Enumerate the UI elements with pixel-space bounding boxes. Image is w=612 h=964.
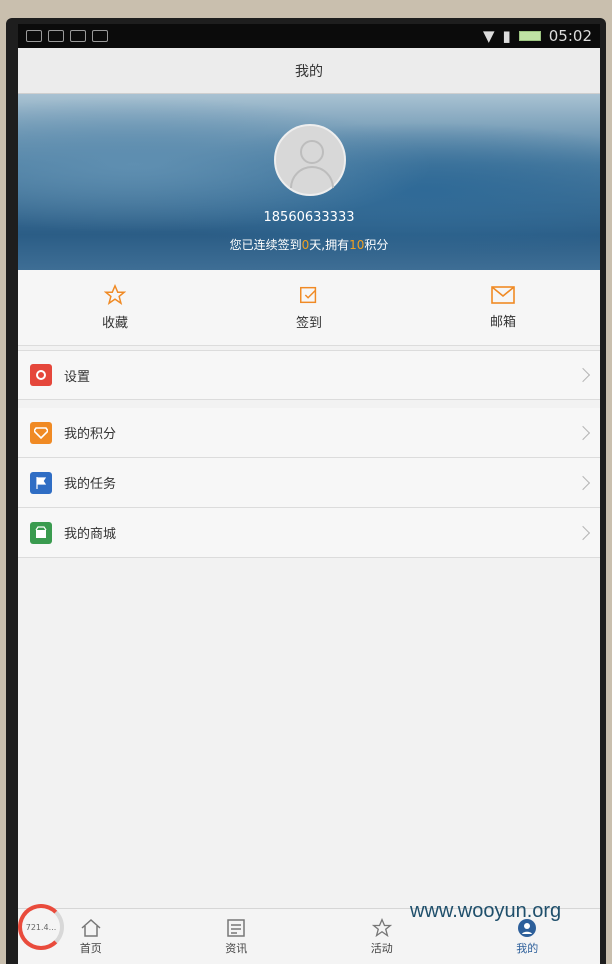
menu-item-tasks[interactable]: 我的任务 [18,458,600,508]
mail-icon [491,286,515,304]
signin-summary: 您已连续签到0天,拥有10积分 [18,236,600,253]
gear-icon [30,364,52,386]
signal-icon: ▮ [502,27,511,45]
favorites-label: 收藏 [101,316,128,331]
tab-me-label: 我的 [516,941,539,955]
screen-icon [92,30,108,42]
phone-screen: ▼ ▮ 05:02 我的 18560633333 您已连续签到0天,拥有10积分… [18,24,600,964]
checkin-button[interactable]: 签到 [212,270,406,345]
store-icon [30,521,52,544]
checkin-icon [300,286,317,304]
status-notifications [26,30,108,42]
star-icon [104,284,126,305]
status-bar: ▼ ▮ 05:02 [18,24,600,48]
diamond-icon [30,421,52,444]
battery-icon [518,31,541,41]
signin-suffix: 积分 [364,238,389,252]
signin-prefix: 您已连续签到 [229,238,302,252]
favorites-button[interactable]: 收藏 [18,270,212,345]
ship-icon-2 [48,30,64,42]
menu-item-label: 我的任务 [64,477,117,492]
chevron-right-icon [575,367,591,383]
menu-list: 设置 我的积分 我的任务 我的商城 [18,350,600,558]
status-time: 05:02 [548,27,592,45]
gauge-label: 721.4... [25,922,57,932]
profile-banner: 18560633333 您已连续签到0天,拥有10积分 [18,94,600,270]
page-title: 我的 [18,48,600,94]
mailbox-label: 邮箱 [489,315,516,330]
news-icon [227,918,245,937]
activity-icon [371,917,392,937]
chevron-right-icon [575,425,591,440]
tab-news[interactable]: 资讯 [164,909,310,964]
tab-home-label: 首页 [79,941,102,955]
ship-icon [26,30,42,42]
tab-activity-label: 活动 [370,941,393,955]
quick-actions: 收藏 签到 邮箱 [18,270,600,346]
menu-item-settings[interactable]: 设置 [18,350,600,400]
signin-mid: 天,拥有 [309,238,350,252]
menu-item-label: 我的积分 [64,427,117,442]
menu-item-points[interactable]: 我的积分 [18,408,600,458]
chevron-right-icon [575,525,591,540]
flag-icon [30,471,52,494]
mailbox-button[interactable]: 邮箱 [406,270,600,345]
status-system: ▼ ▮ 05:02 [483,27,592,45]
home-icon [81,918,101,937]
menu-item-label: 我的商城 [64,527,117,542]
app-icon [70,30,86,42]
menu-item-store[interactable]: 我的商城 [18,508,600,558]
chevron-right-icon [575,475,591,490]
floating-gauge[interactable]: 721.4... [18,904,64,950]
user-phone: 18560633333 [263,210,355,225]
menu-item-label: 设置 [64,369,91,385]
checkin-label: 签到 [295,316,322,331]
avatar-head-icon [300,140,324,164]
watermark-text: www.wooyun.org [410,900,562,922]
avatar-body-icon [290,166,334,188]
wifi-icon: ▼ [482,27,495,45]
points-value: 10 [349,238,365,252]
avatar[interactable] [274,124,346,196]
tab-news-label: 资讯 [225,941,248,955]
